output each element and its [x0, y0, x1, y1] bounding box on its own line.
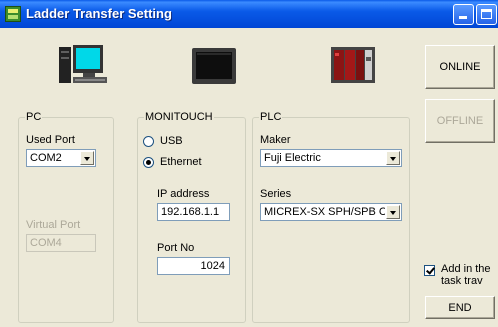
virtual-port-label: Virtual Port [26, 219, 81, 231]
end-button[interactable]: END [425, 296, 495, 319]
ip-address-input[interactable]: 192.168.1.1 [157, 203, 230, 221]
task-tray-checkbox[interactable] [424, 265, 435, 276]
pc-computer-icon [59, 45, 107, 83]
dialog-body: ONLINE OFFLINE PC Used Port COM2 Virtual… [0, 28, 498, 327]
used-port-select[interactable]: COM2 [26, 149, 96, 167]
series-value: MICREX-SX SPH/SPB CF [264, 206, 385, 218]
task-tray-label-line1: Add in the [441, 263, 491, 275]
chevron-down-icon[interactable] [386, 151, 400, 165]
maximize-icon [481, 9, 492, 19]
monitouch-group-label: MONITOUCH [144, 111, 214, 123]
maker-select[interactable]: Fuji Electric [260, 149, 402, 167]
offline-button[interactable]: OFFLINE [425, 99, 495, 143]
chevron-down-icon[interactable] [80, 151, 94, 165]
series-label: Series [260, 188, 292, 200]
port-no-value: 1024 [200, 260, 225, 272]
ethernet-radio[interactable] [143, 157, 154, 168]
usb-label[interactable]: USB [160, 135, 183, 147]
ip-address-value: 192.168.1.1 [161, 206, 220, 218]
pc-group-label: PC [25, 111, 43, 123]
monitouch-screen-icon [192, 48, 236, 84]
minimize-button[interactable] [453, 4, 474, 25]
maximize-button[interactable] [476, 4, 497, 25]
title-bar: Ladder Transfer Setting [0, 0, 498, 28]
online-button[interactable]: ONLINE [425, 45, 495, 89]
chevron-down-icon[interactable] [386, 205, 400, 219]
maker-label: Maker [260, 134, 291, 146]
minimize-icon [459, 16, 467, 19]
ethernet-label[interactable]: Ethernet [160, 156, 202, 168]
window-title: Ladder Transfer Setting [26, 6, 172, 21]
used-port-value: COM2 [30, 152, 62, 164]
plc-unit-icon [331, 47, 375, 83]
port-no-input[interactable]: 1024 [157, 257, 230, 275]
app-icon [5, 6, 21, 22]
usb-radio[interactable] [143, 136, 154, 147]
task-tray-label[interactable]: Add in the task trav [441, 263, 491, 287]
port-no-label: Port No [157, 242, 195, 254]
series-select[interactable]: MICREX-SX SPH/SPB CF [260, 203, 402, 221]
task-tray-label-line2: task trav [441, 275, 483, 287]
plc-group-label: PLC [259, 111, 283, 123]
ip-address-label: IP address [157, 188, 210, 200]
virtual-port-field: COM4 [26, 234, 96, 252]
used-port-label: Used Port [26, 134, 75, 146]
virtual-port-value: COM4 [30, 237, 62, 249]
maker-value: Fuji Electric [264, 152, 321, 164]
